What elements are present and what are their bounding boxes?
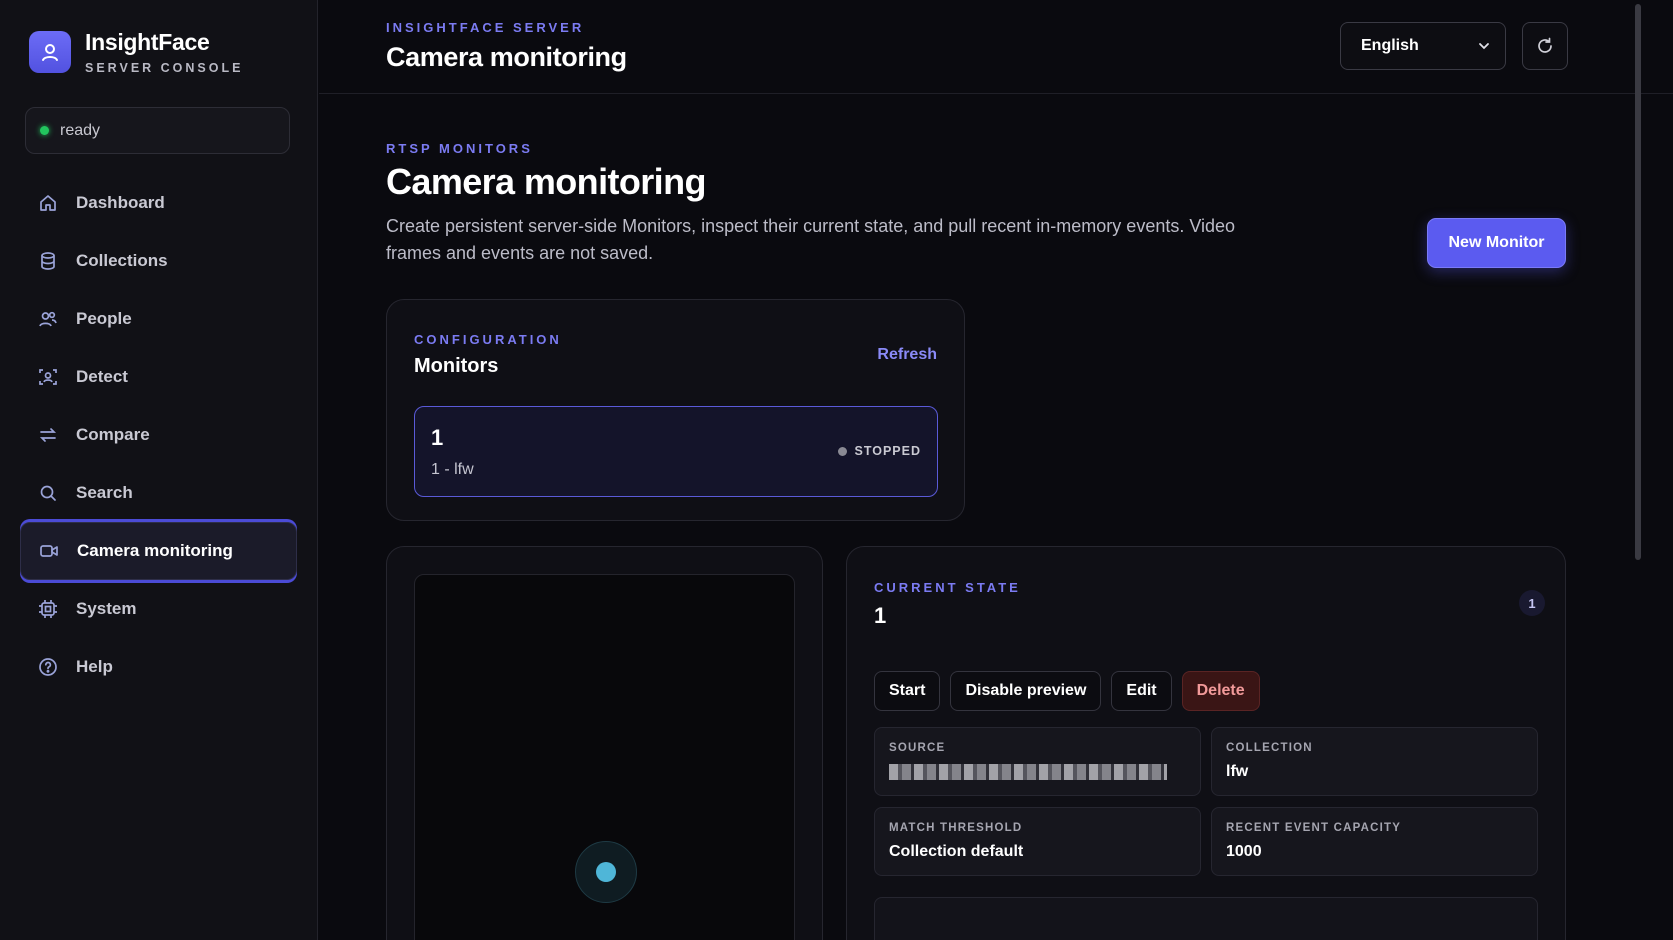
- edit-button[interactable]: Edit: [1111, 671, 1172, 711]
- server-status: ready: [25, 107, 290, 154]
- header-eyebrow: INSIGHTFACE SERVER: [386, 20, 585, 35]
- status-label: STOPPED: [854, 444, 921, 458]
- field-label: SOURCE: [889, 742, 946, 754]
- face-scan-icon: [37, 366, 59, 388]
- arrows-swap-icon: [37, 424, 59, 446]
- sidebar-item-collections[interactable]: Collections: [20, 232, 297, 290]
- chevron-down-icon: [1479, 43, 1489, 50]
- collection-field: COLLECTION lfw: [1211, 727, 1538, 796]
- sidebar-item-search[interactable]: Search: [20, 464, 297, 522]
- sidebar-item-dashboard[interactable]: Dashboard: [20, 174, 297, 232]
- help-circle-icon: [37, 656, 59, 678]
- count-badge: 1: [1519, 590, 1545, 616]
- start-button[interactable]: Start: [874, 671, 941, 711]
- monitor-subtitle: 1 - lfw: [431, 461, 474, 478]
- language-value: English: [1361, 37, 1419, 54]
- section-title: Camera monitoring: [386, 161, 706, 202]
- delete-button[interactable]: Delete: [1181, 671, 1260, 711]
- search-icon: [37, 482, 59, 504]
- brand-name: InsightFace: [85, 29, 210, 55]
- monitor-list-item[interactable]: 1 1 - lfw STOPPED: [414, 406, 938, 497]
- field-value: lfw: [1226, 763, 1249, 780]
- sidebar-item-label: Help: [76, 657, 113, 676]
- video-camera-icon: [38, 540, 60, 562]
- sidebar-item-help[interactable]: Help: [20, 638, 297, 696]
- sidebar-item-label: Dashboard: [76, 193, 165, 212]
- brand-subtitle: SERVER CONSOLE: [85, 61, 244, 75]
- status-dot-icon: [40, 126, 49, 135]
- language-select[interactable]: English: [1340, 22, 1506, 70]
- sidebar-item-compare[interactable]: Compare: [20, 406, 297, 464]
- card-eyebrow: CURRENT STATE: [874, 580, 1021, 595]
- disable-preview-button[interactable]: Disable preview: [950, 671, 1102, 711]
- section-eyebrow: RTSP MONITORS: [386, 141, 533, 156]
- scrollbar[interactable]: [1633, 0, 1643, 940]
- field-label: COLLECTION: [1226, 742, 1313, 754]
- sidebar: InsightFace SERVER CONSOLE ready Dashboa…: [0, 0, 318, 940]
- sidebar-item-label: People: [76, 309, 132, 328]
- user-logo-icon: [29, 31, 71, 73]
- redacted-source-value: [889, 764, 1167, 780]
- sidebar-item-label: Camera monitoring: [77, 541, 233, 560]
- field-value: Collection default: [889, 843, 1024, 860]
- sidebar-nav: Dashboard Collections People Detect Comp…: [20, 174, 297, 696]
- people-icon: [37, 308, 59, 330]
- event-capacity-field: RECENT EVENT CAPACITY 1000: [1211, 807, 1538, 876]
- refresh-icon: [1538, 37, 1552, 53]
- top-bar: INSIGHTFACE SERVER Camera monitoring Eng…: [319, 0, 1673, 94]
- action-bar: Start Disable preview Edit Delete: [874, 671, 1270, 711]
- sidebar-item-people[interactable]: People: [20, 290, 297, 348]
- card-eyebrow: CONFIGURATION: [414, 332, 562, 347]
- sidebar-item-label: System: [76, 599, 137, 618]
- status-dot-icon: [838, 446, 848, 456]
- loading-spinner-icon: [575, 841, 637, 903]
- match-threshold-field: MATCH THRESHOLD Collection default: [874, 807, 1201, 876]
- current-state-card: CURRENT STATE 1 1 Start Disable preview …: [846, 546, 1566, 940]
- status-badge: STOPPED: [838, 444, 921, 458]
- status-text: ready: [60, 121, 101, 139]
- section-description: Create persistent server-side Monitors, …: [386, 216, 1236, 263]
- monitor-title: 1: [874, 603, 887, 628]
- home-icon: [37, 192, 59, 214]
- cpu-icon: [37, 598, 59, 620]
- monitor-name: 1: [431, 425, 444, 450]
- preview-card: [386, 546, 823, 940]
- sidebar-item-label: Collections: [76, 251, 168, 270]
- reload-button[interactable]: [1522, 22, 1568, 70]
- field-label: MATCH THRESHOLD: [889, 822, 1023, 834]
- new-monitor-button[interactable]: New Monitor: [1427, 218, 1566, 268]
- field-value: 1000: [1226, 843, 1262, 860]
- sidebar-item-camera-monitoring[interactable]: Camera monitoring: [20, 522, 297, 580]
- database-icon: [37, 250, 59, 272]
- scrollbar-thumb[interactable]: [1635, 4, 1641, 560]
- field-label: RECENT EVENT CAPACITY: [1226, 822, 1402, 834]
- main-content: RTSP MONITORS Camera monitoring Create p…: [319, 95, 1629, 940]
- page-title: Camera monitoring: [386, 42, 627, 72]
- monitors-card: CONFIGURATION Monitors Refresh 1 1 - lfw…: [386, 299, 965, 521]
- sidebar-item-label: Search: [76, 483, 133, 502]
- video-preview: [414, 574, 795, 940]
- refresh-monitors-button[interactable]: Refresh: [877, 346, 937, 364]
- sidebar-item-label: Compare: [76, 425, 150, 444]
- sidebar-item-system[interactable]: System: [20, 580, 297, 638]
- sidebar-item-label: Detect: [76, 367, 128, 386]
- sidebar-item-detect[interactable]: Detect: [20, 348, 297, 406]
- source-field: SOURCE: [874, 727, 1201, 796]
- next-field-partial: [874, 897, 1538, 940]
- brand: InsightFace SERVER CONSOLE: [29, 29, 243, 75]
- card-title: Monitors: [414, 355, 499, 377]
